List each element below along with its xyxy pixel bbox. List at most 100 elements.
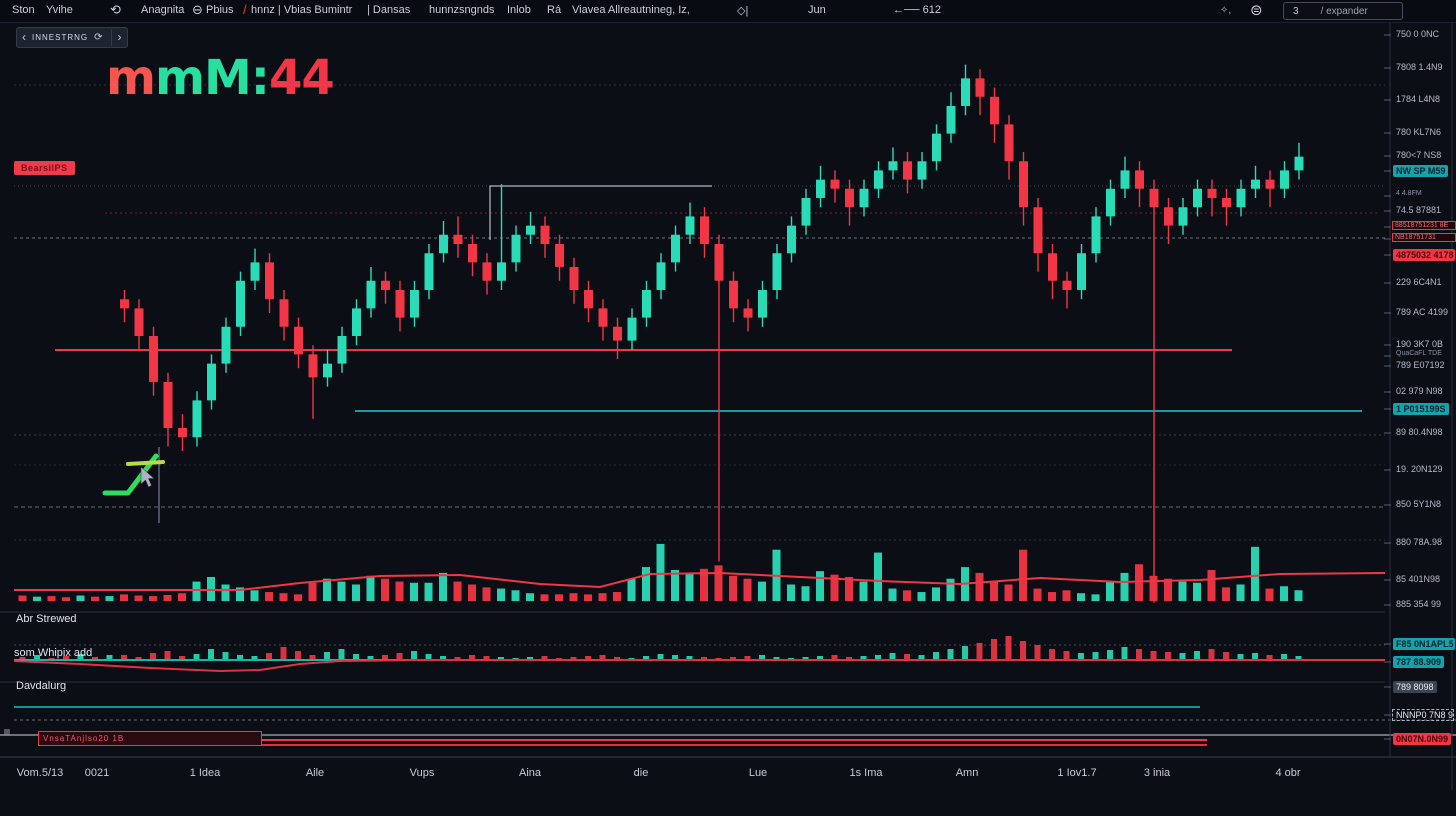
candle-body	[570, 267, 579, 290]
volume-bar	[106, 596, 114, 601]
volume-bar	[91, 597, 99, 601]
volume-bar	[1193, 583, 1201, 601]
volume-bar	[642, 567, 650, 601]
candle-body	[207, 364, 216, 401]
refresh-icon[interactable]: ⟳	[94, 32, 102, 43]
candle-body	[193, 400, 202, 437]
menu-item-8[interactable]: | Dansas	[367, 4, 410, 16]
nav-prev-button[interactable]: ‹	[22, 29, 26, 46]
candle-body	[1266, 180, 1275, 189]
volume-bar	[584, 594, 592, 601]
logo-icon[interactable]: ⟲	[110, 2, 121, 18]
volume-bar	[874, 553, 882, 601]
price-label-7: 74.5 87881	[1396, 205, 1452, 215]
volume-bar	[193, 582, 201, 601]
volume-bar	[33, 597, 41, 601]
candle-body	[1280, 170, 1289, 188]
pane-label-indicator-3[interactable]: Davdalurg	[16, 680, 66, 692]
volume-bar	[1164, 579, 1172, 601]
candle-body	[628, 318, 637, 341]
price-axis[interactable]: 750 0 0NC7808 1.4N91784 L4N8780 KL7N6780…	[1392, 22, 1454, 790]
menu-item-12[interactable]: Viavea Allreautnineg, Iz,	[572, 4, 690, 16]
menu-item-11[interactable]: Rá	[547, 4, 561, 16]
candle-body	[1150, 189, 1159, 207]
candle-body	[1019, 161, 1028, 207]
time-label-1: 0021	[85, 767, 109, 779]
candle-body	[642, 290, 651, 318]
pane-label-indicator-2[interactable]: som Whipix add	[14, 647, 92, 659]
menu-item-7[interactable]: hnnz | Vbias Bumintr	[251, 4, 352, 16]
volume-bar	[483, 587, 491, 601]
time-label-5: Aina	[519, 767, 541, 779]
volume-bar	[207, 577, 215, 601]
candle-body	[831, 180, 840, 189]
volume-bar	[990, 582, 998, 601]
menu-item-0[interactable]: Ston	[12, 4, 35, 16]
trading-app: Ston Yvihe ⟲ Anagnita ⊖Pbius / hnnz | Vbias Bu…	[0, 0, 1456, 816]
candle-body	[947, 106, 956, 134]
volume-bar	[1135, 564, 1143, 601]
candle-body	[323, 364, 332, 378]
volume-bar	[758, 582, 766, 601]
menu-item-9[interactable]: hunnzsngnds	[429, 4, 494, 16]
price-label-teal: NW SP M59	[1393, 165, 1448, 177]
volume-bar	[135, 596, 143, 601]
price-label-teal: F85 0N1APL5	[1393, 638, 1455, 650]
minus-circle-icon[interactable]: ⊖	[192, 2, 203, 18]
candle-body	[541, 226, 550, 244]
volume-bar	[1048, 592, 1056, 601]
candle-body	[889, 161, 898, 170]
menu-item-3[interactable]: Anagnita	[141, 4, 184, 16]
slash-icon[interactable]: /	[243, 2, 247, 17]
menu-item-10[interactable]: Inlob	[507, 4, 531, 16]
menu-item-5[interactable]: Pbius	[206, 4, 234, 16]
time-axis[interactable]: Vom.5/1300211 IdeaAileVupsAinadieLue1s I…	[0, 763, 1456, 787]
volume-bar	[396, 582, 404, 601]
candle-body	[874, 170, 883, 188]
nav-next-button[interactable]: ›	[111, 29, 122, 46]
settings-circle-icon[interactable]: ⊜	[1250, 1, 1263, 19]
volume-bar	[976, 573, 984, 601]
candle-body	[164, 382, 173, 428]
volume-bar	[1019, 550, 1027, 601]
candle-body	[860, 189, 869, 207]
price-label-red: 0N07N.0N99	[1393, 733, 1451, 745]
candle-body	[483, 262, 492, 280]
menu-item-13[interactable]: ◇|	[737, 4, 748, 17]
indicator-bar	[991, 639, 997, 661]
volume-bar	[729, 576, 737, 601]
volume-bar	[222, 585, 230, 602]
bottom-left-badge: VnsaTAnjlso20 1B	[38, 731, 262, 746]
candle-body	[1121, 170, 1130, 188]
volume-bar	[1280, 586, 1288, 601]
candle-body	[1208, 189, 1217, 198]
candle-body	[1251, 180, 1260, 189]
menu-item-15[interactable]: ←── 612	[893, 4, 941, 16]
volume-bar	[309, 583, 317, 601]
price-label-white: NNNP0 7N8 938	[1392, 709, 1454, 721]
menu-item-1[interactable]: Yvihe	[46, 4, 73, 16]
pane-label-indicator-1[interactable]: Abr Strewed	[16, 613, 77, 625]
volume-bar	[816, 571, 824, 601]
price-label-3: 780 KL7N6	[1396, 127, 1452, 137]
candle-body	[1005, 124, 1014, 161]
sparkle-icon[interactable]: ✧,	[1220, 5, 1231, 16]
volume-bar	[918, 592, 926, 601]
candle-body	[497, 262, 506, 280]
volume-bar	[439, 573, 447, 601]
candle-body	[816, 180, 825, 198]
candle-body	[135, 308, 144, 336]
volume-bar	[1121, 573, 1129, 601]
candle-body	[903, 161, 912, 179]
candle-body	[367, 281, 376, 309]
symbol-search-box[interactable]: 3 / expander	[1283, 2, 1403, 20]
menubar: Ston Yvihe ⟲ Anagnita ⊖Pbius / hnnz | Vbias Bu…	[0, 0, 1456, 23]
price-label-11: 229 6C4N1	[1396, 277, 1452, 287]
candle-body	[1092, 216, 1101, 253]
candle-body	[526, 226, 535, 235]
candle-body	[512, 235, 521, 263]
chart-canvas[interactable]	[0, 0, 1456, 816]
volume-bar	[512, 590, 520, 601]
menu-item-14[interactable]: Jun	[808, 4, 826, 16]
volume-bar	[599, 593, 607, 601]
